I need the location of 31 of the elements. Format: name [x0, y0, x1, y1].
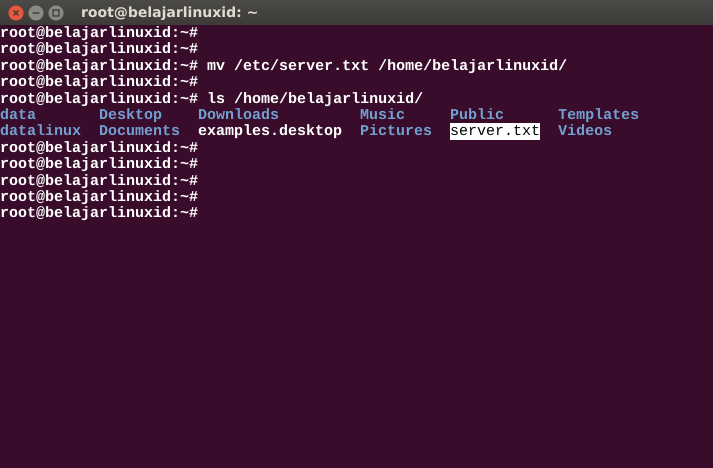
minimize-icon — [28, 4, 44, 20]
directory-name: Documents — [99, 123, 180, 140]
minimize-button[interactable] — [27, 4, 44, 21]
directory-name: Downloads — [198, 106, 280, 124]
shell-prompt: root@belajarlinuxid:~# — [0, 92, 198, 108]
shell-prompt: root@belajarlinuxid:~# — [0, 206, 198, 223]
window-title: root@belajarlinuxid: ~ — [81, 4, 258, 20]
shell-prompt: root@belajarlinuxid:~# — [0, 75, 198, 92]
close-icon — [8, 4, 24, 20]
shell-prompt: root@belajarlinuxid:~# — [0, 174, 198, 190]
maximize-icon — [48, 4, 64, 20]
shell-prompt: root@belajarlinuxid:~# — [0, 26, 198, 42]
directory-name: Public — [450, 106, 504, 124]
directory-name: Desktop — [99, 106, 162, 124]
directory-name: data — [0, 106, 36, 124]
maximize-button[interactable] — [47, 4, 64, 21]
directory-name: Videos — [558, 123, 612, 140]
shell-prompt: root@belajarlinuxid:~# — [0, 58, 198, 75]
file-name: server.txt — [450, 123, 540, 140]
shell-prompt: root@belajarlinuxid:~# — [0, 190, 198, 206]
file-name: examples.desktop — [198, 123, 342, 140]
shell-prompt: root@belajarlinuxid:~# — [0, 157, 198, 174]
close-button[interactable] — [7, 4, 24, 21]
command-text: ls /home/belajarlinuxid/ — [207, 92, 424, 108]
directory-name: Templates — [558, 106, 640, 124]
directory-name: datalinux — [0, 123, 82, 140]
command-text: mv /etc/server.txt /home/belajarlinuxid/ — [207, 58, 568, 76]
shell-prompt: root@belajarlinuxid:~# — [0, 140, 198, 157]
shell-prompt: root@belajarlinuxid:~# — [0, 42, 198, 59]
directory-name: Pictures — [360, 123, 432, 140]
directory-name: Music — [360, 106, 406, 124]
